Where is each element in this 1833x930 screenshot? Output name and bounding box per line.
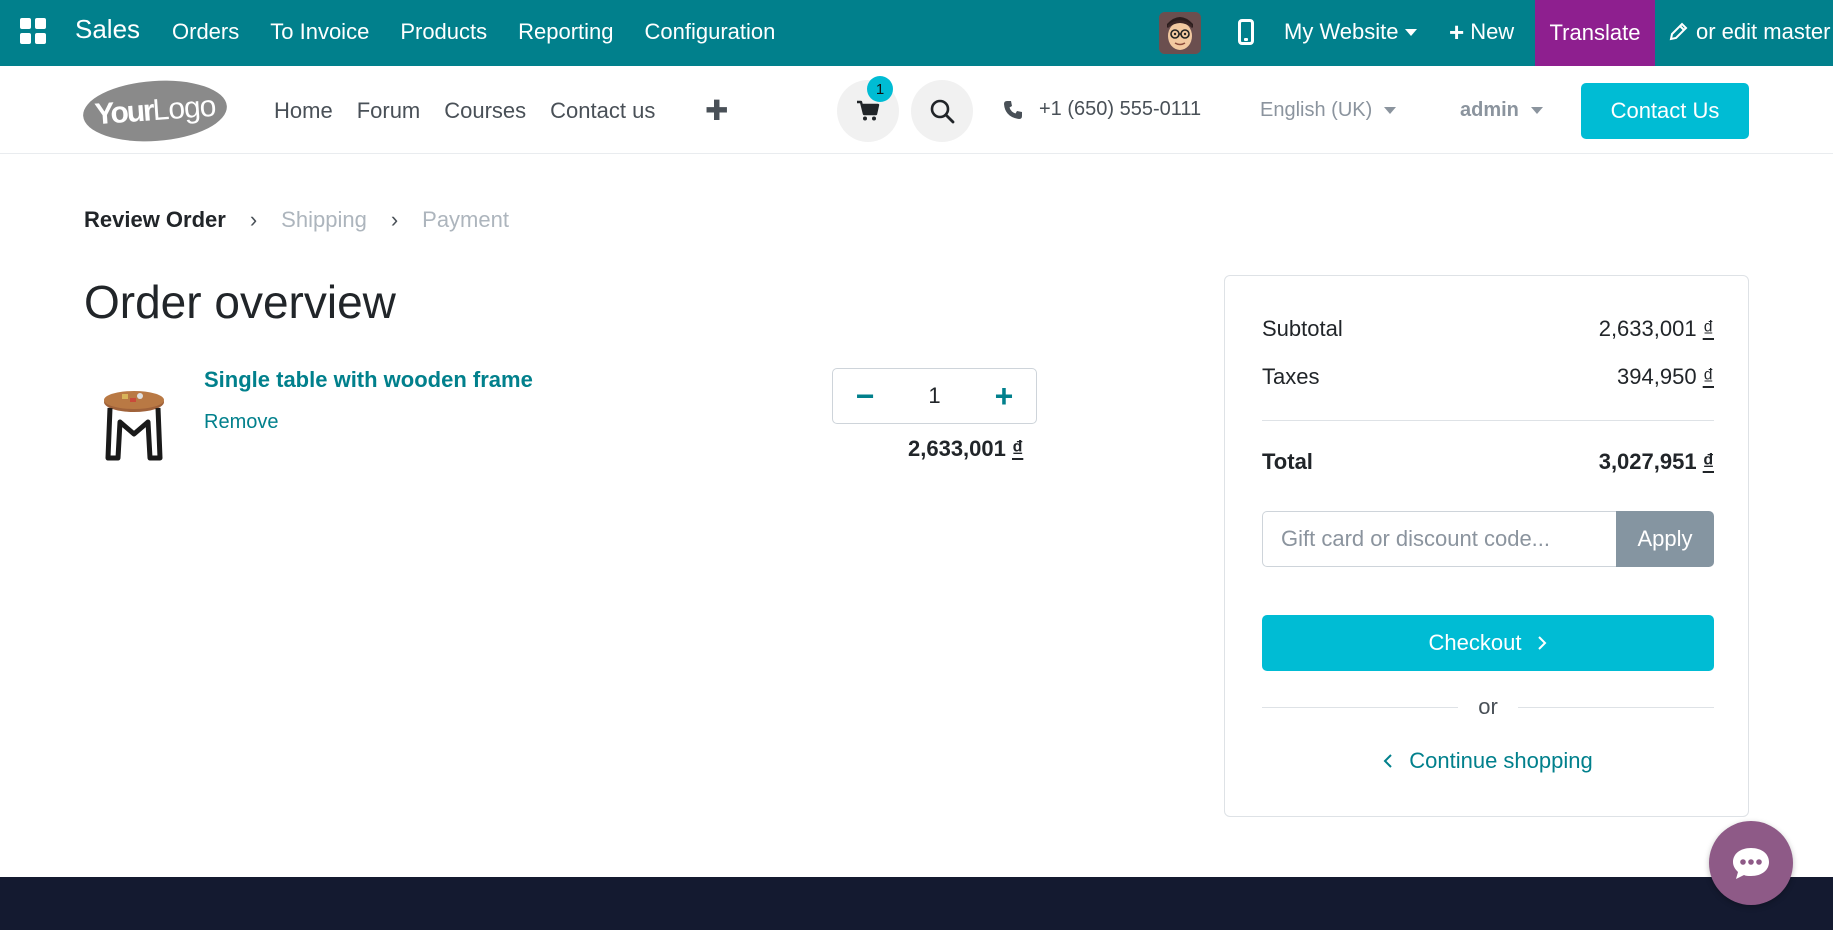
taxes-label: Taxes [1262, 364, 1320, 389]
add-menu-item-icon[interactable]: ✚ [705, 94, 728, 127]
phone-icon [1004, 100, 1022, 119]
promo-code-input[interactable] [1262, 511, 1616, 567]
caret-down-icon [1384, 107, 1397, 114]
page-title: Order overview [84, 276, 396, 328]
site-footer [0, 877, 1833, 930]
continue-shopping-label: Continue shopping [1409, 748, 1593, 773]
product-price: 2,633,001 ₫ [908, 436, 1023, 462]
currency-symbol: ₫ [1702, 316, 1714, 341]
quantity-value[interactable]: 1 [928, 383, 940, 409]
caret-down-icon [1530, 107, 1543, 114]
separator-line [1517, 706, 1714, 708]
nav-courses[interactable]: Courses [444, 98, 526, 124]
continue-shopping-link[interactable]: Continue shopping [1262, 748, 1714, 774]
taxes-row: Taxes 394,950 ₫ [1262, 364, 1714, 390]
plus-icon: + [1449, 17, 1465, 47]
menu-item-to-invoice[interactable]: To Invoice [270, 19, 369, 45]
search-button[interactable] [911, 80, 973, 142]
edit-master-label: or edit master [1696, 19, 1831, 44]
total-row: Total 3,027,951 ₫ [1262, 449, 1714, 475]
user-avatar[interactable] [1159, 12, 1201, 54]
subtotal-value: 2,633,001 ₫ [1599, 316, 1714, 342]
order-summary-card: Subtotal 2,633,001 ₫ Taxes 394,950 ₫ Tot… [1224, 275, 1749, 817]
chevron-right-icon: › [249, 207, 258, 232]
apps-menu-icon[interactable] [20, 18, 46, 44]
caret-down-icon [1404, 28, 1417, 36]
or-separator: or [1262, 694, 1714, 720]
separator-line [1262, 706, 1459, 708]
table-product-thumbnail [104, 391, 164, 461]
chevron-right-icon [1538, 636, 1547, 650]
live-chat-button[interactable] [1709, 821, 1793, 905]
subtotal-label: Subtotal [1262, 316, 1343, 341]
pencil-icon [1669, 22, 1688, 41]
translate-button[interactable]: Translate [1535, 0, 1655, 66]
menu-item-reporting[interactable]: Reporting [518, 19, 613, 45]
website-switcher-label: My Website [1284, 19, 1399, 44]
website-header: Your Logo Home Forum Courses Contact us ✚… [0, 66, 1833, 154]
mobile-preview-icon[interactable] [1238, 19, 1254, 45]
subtotal-row: Subtotal 2,633,001 ₫ [1262, 316, 1714, 342]
logo-text-bold: Your [93, 94, 154, 132]
taxes-amount: 394,950 [1617, 364, 1697, 389]
language-label: English (UK) [1260, 99, 1373, 121]
step-shipping: Shipping [281, 207, 367, 232]
product-image[interactable] [98, 386, 170, 466]
nav-forum[interactable]: Forum [357, 98, 421, 124]
cart-count-badge: 1 [867, 76, 893, 102]
taxes-value: 394,950 ₫ [1617, 364, 1714, 390]
user-menu[interactable]: admin [1460, 99, 1543, 122]
remove-product-link[interactable]: Remove [204, 411, 278, 434]
total-label: Total [1262, 449, 1313, 474]
language-selector[interactable]: English (UK) [1260, 99, 1397, 122]
currency-symbol: ₫ [1702, 364, 1714, 389]
or-label: or [1478, 694, 1498, 719]
step-review-order: Review Order [84, 207, 226, 232]
shopping-cart-icon [857, 100, 880, 121]
nav-home[interactable]: Home [274, 98, 333, 124]
currency-symbol: ₫ [1702, 449, 1714, 474]
decrease-quantity-button[interactable]: − [853, 380, 877, 412]
total-amount: 3,027,951 [1598, 449, 1697, 474]
chevron-left-icon [1383, 754, 1392, 768]
summary-divider [1262, 420, 1714, 421]
app-name[interactable]: Sales [75, 14, 140, 45]
site-logo[interactable]: Your Logo [81, 76, 229, 146]
phone-contact[interactable]: +1 (650) 555-0111 [1003, 98, 1201, 121]
checkout-button[interactable]: Checkout [1262, 615, 1714, 671]
step-payment: Payment [422, 207, 509, 232]
logo-text-light: Logo [151, 89, 217, 128]
phone-number: +1 (650) 555-0111 [1039, 98, 1202, 120]
checkout-label: Checkout [1428, 630, 1522, 655]
increase-quantity-button[interactable]: + [992, 380, 1016, 412]
site-nav: Home Forum Courses Contact us [274, 98, 655, 124]
quantity-stepper: − 1 + [832, 368, 1037, 424]
checkout-steps: Review Order › Shipping › Payment [84, 207, 509, 233]
total-value: 3,027,951 ₫ [1599, 449, 1714, 475]
new-content-button[interactable]: + New [1449, 19, 1514, 45]
product-price-amount: 2,633,001 [908, 436, 1006, 461]
new-label: New [1470, 19, 1515, 44]
product-name-link[interactable]: Single table with wooden frame [204, 367, 533, 393]
apply-promo-button[interactable]: Apply [1616, 511, 1714, 567]
currency-symbol: ₫ [1012, 436, 1024, 461]
avatar-face-icon [1159, 12, 1201, 54]
nav-contact-us[interactable]: Contact us [550, 98, 655, 124]
contact-us-button[interactable]: Contact Us [1581, 83, 1749, 139]
cart-button[interactable]: 1 [837, 76, 899, 142]
admin-navbar: Sales Orders To Invoice Products Reporti… [0, 0, 1833, 66]
promo-code-form: Apply [1262, 511, 1714, 567]
edit-master-button[interactable]: or edit master [1668, 19, 1831, 45]
subtotal-amount: 2,633,001 [1598, 316, 1697, 341]
menu-item-configuration[interactable]: Configuration [645, 19, 776, 45]
menu-item-products[interactable]: Products [400, 19, 487, 45]
chat-bubble-icon [1733, 848, 1769, 879]
search-icon [930, 99, 955, 124]
chevron-right-icon: › [390, 207, 399, 232]
menu-item-orders[interactable]: Orders [172, 19, 239, 45]
user-name: admin [1460, 99, 1519, 121]
website-switcher[interactable]: My Website [1284, 19, 1417, 45]
admin-menu: Orders To Invoice Products Reporting Con… [172, 19, 775, 45]
